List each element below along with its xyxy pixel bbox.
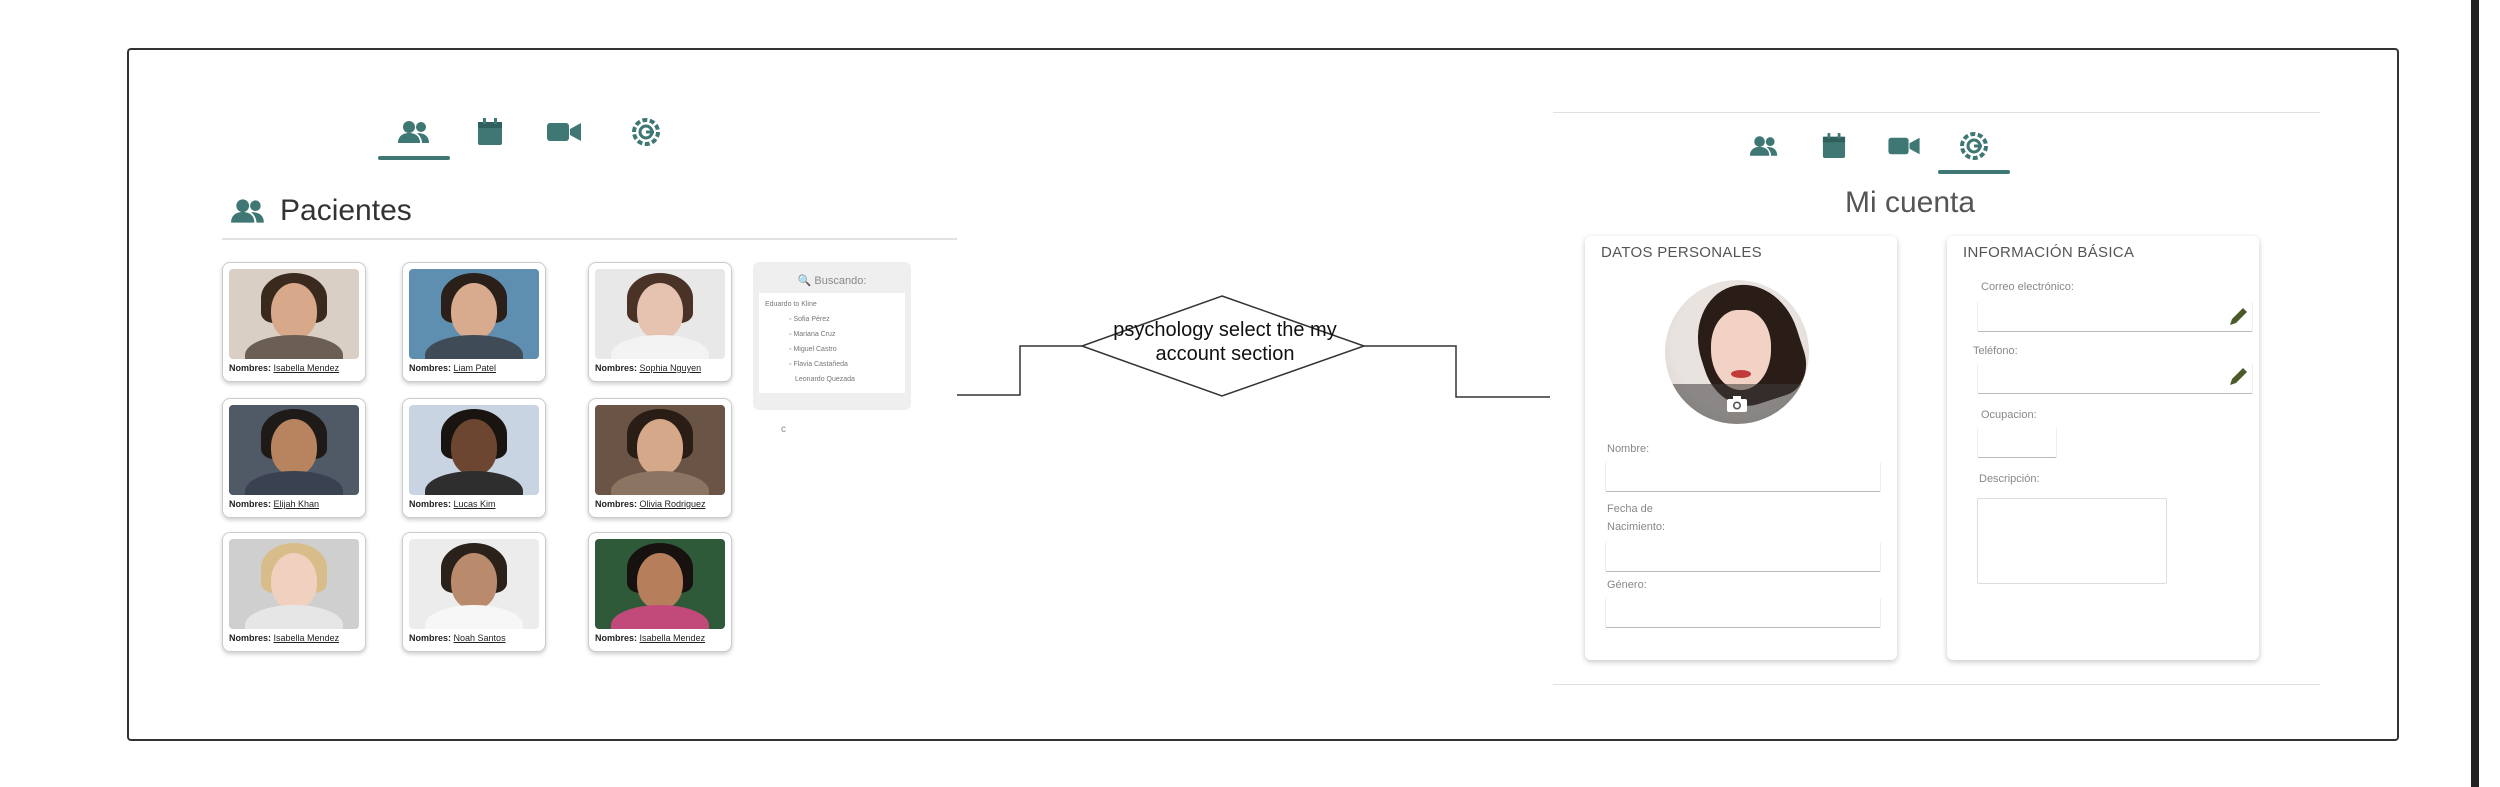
- calendar-icon: [1822, 133, 1846, 158]
- settings-icon: [1960, 132, 1988, 160]
- change-photo-button[interactable]: [1665, 384, 1809, 424]
- edit-email-icon[interactable]: [2227, 306, 2249, 328]
- decision-label: psychology select the my account section: [1113, 319, 1337, 365]
- field-label-name: Nombre:: [1607, 443, 1650, 455]
- birthdate-field[interactable]: [1605, 542, 1881, 572]
- edit-phone-icon[interactable]: [2227, 366, 2249, 388]
- panel-title: INFORMACIÓN BÁSICA: [1963, 244, 2135, 261]
- connector-left: [957, 345, 1082, 396]
- phone-field[interactable]: [1977, 364, 2253, 394]
- field-label-email: Correo electrónico:: [1981, 281, 2074, 293]
- camera-icon: [1727, 396, 1747, 412]
- field-label-birthdate: Fecha de Nacimiento:: [1607, 503, 1666, 533]
- users-icon: [1749, 136, 1778, 156]
- personal-data-panel: DATOS PERSONALES Nombre: Fecha de Nacimi…: [1585, 236, 1897, 660]
- field-label-phone: Teléfono:: [1973, 345, 2018, 357]
- video-icon: [1888, 137, 1920, 155]
- connector-right: [1364, 345, 1550, 398]
- divider: [1553, 112, 2320, 113]
- basic-info-panel: INFORMACIÓN BÁSICA Correo electrónico: T…: [1947, 236, 2259, 660]
- profile-avatar: [1665, 280, 1809, 424]
- tab-settings[interactable]: [1938, 126, 2010, 174]
- gender-field[interactable]: [1605, 598, 1881, 628]
- account-title: Mi cuenta: [1845, 186, 1976, 219]
- tab-calendar[interactable]: [1810, 126, 1858, 166]
- tab-video[interactable]: [1880, 126, 1928, 166]
- tab-patients[interactable]: [1740, 126, 1788, 166]
- panel-title: DATOS PERSONALES: [1601, 244, 1762, 261]
- description-field[interactable]: [1977, 498, 2167, 584]
- field-label-description: Descripción:: [1979, 473, 2040, 485]
- field-label-gender: Género:: [1607, 579, 1647, 591]
- occupation-field[interactable]: [1977, 428, 2057, 458]
- divider: [1553, 684, 2320, 685]
- email-field[interactable]: [1977, 302, 2253, 332]
- field-label-occupation: Ocupacion:: [1981, 409, 2037, 421]
- name-field[interactable]: [1605, 462, 1881, 492]
